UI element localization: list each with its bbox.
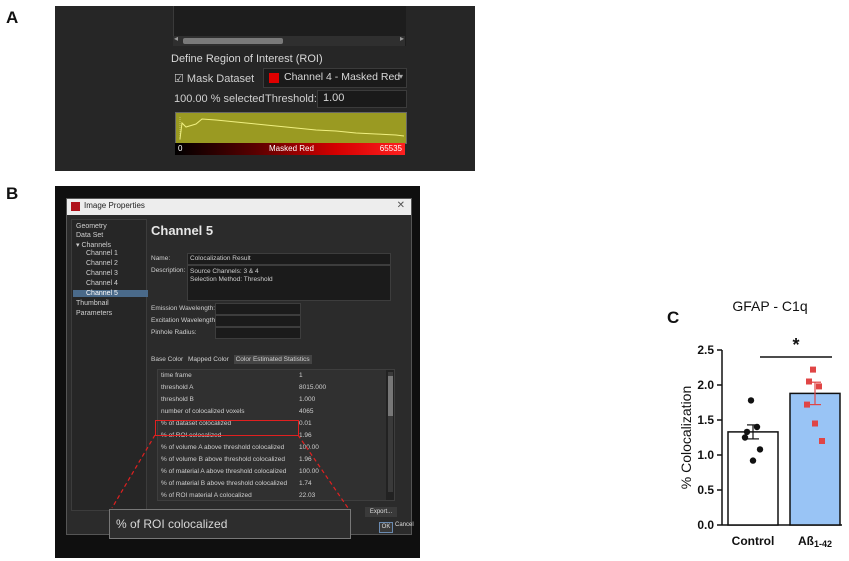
channel-color-swatch [269,73,279,83]
data-point [819,438,825,444]
image-properties-screenshot: Image Properties ✕ Geometry Data Set ▾ C… [55,186,420,558]
y-tick-label: 1.0 [697,448,714,462]
panel-letter-a: A [6,8,19,27]
bar [789,392,841,526]
chart-title: GFAP - C1q [732,298,807,314]
y-tick-label: 0.0 [697,518,714,532]
color-gradient-bar: 0 Masked Red 65535 [175,143,405,155]
roi-panel-screenshot: ◂ ▸ Define Region of Interest (ROI) ☑ Ma… [55,6,475,171]
threshold-label: Threshold: [265,93,317,105]
channel-select-value: Channel 4 - Masked Red [284,71,401,83]
zoom-callout: % of ROI colocalized [109,509,351,539]
histogram[interactable] [175,112,407,144]
scroll-left-icon[interactable]: ◂ [174,34,178,43]
y-tick-label: 1.5 [697,413,714,427]
significance-star: * [792,335,799,355]
histogram-curve [179,117,405,141]
y-tick-label: 0.5 [697,483,714,497]
threshold-input[interactable]: 1.00 [317,90,407,108]
data-point [804,401,810,408]
data-point [749,457,757,464]
y-tick-label: 2.5 [697,343,714,357]
y-axis-label: % Colocalization [678,386,694,490]
zoom-text: % of ROI colocalized [116,517,228,531]
data-point [741,434,749,441]
data-point [816,383,822,390]
colocalization-chart: GFAP - C1q % Colocalization 0.0 0.5 1.0 1.5 2.… [678,298,842,549]
data-point [810,366,816,373]
x-tick-label: Aß1-42 [798,534,832,549]
x-tick-label: Control [732,534,775,548]
data-point [812,420,818,427]
bar [727,431,779,526]
horizontal-scrollbar[interactable]: ◂ ▸ [173,34,405,46]
scroll-right-icon[interactable]: ▸ [400,34,404,43]
threshold-value: 1.00 [323,92,345,104]
gradient-max: 65535 [379,144,402,153]
data-point [756,446,764,453]
channel-select[interactable]: Channel 4 - Masked Red ▾ [263,68,407,88]
data-point [743,428,751,436]
gradient-label: Masked Red [269,144,314,153]
scroll-thumb[interactable] [183,38,283,44]
data-point [806,378,812,385]
chevron-down-icon: ▾ [398,72,403,81]
data-point [753,423,761,431]
gradient-min: 0 [178,144,183,153]
selected-percent: 100.00 % selected [174,93,265,105]
roi-section-title: Define Region of Interest (ROI) [171,53,323,65]
panel-letter-b: B [6,184,19,203]
data-point [747,397,755,404]
mask-dataset-checkbox[interactable]: ☑ Mask Dataset [174,72,254,85]
y-tick-label: 2.0 [697,378,714,392]
zoom-callout-lines [111,434,349,509]
